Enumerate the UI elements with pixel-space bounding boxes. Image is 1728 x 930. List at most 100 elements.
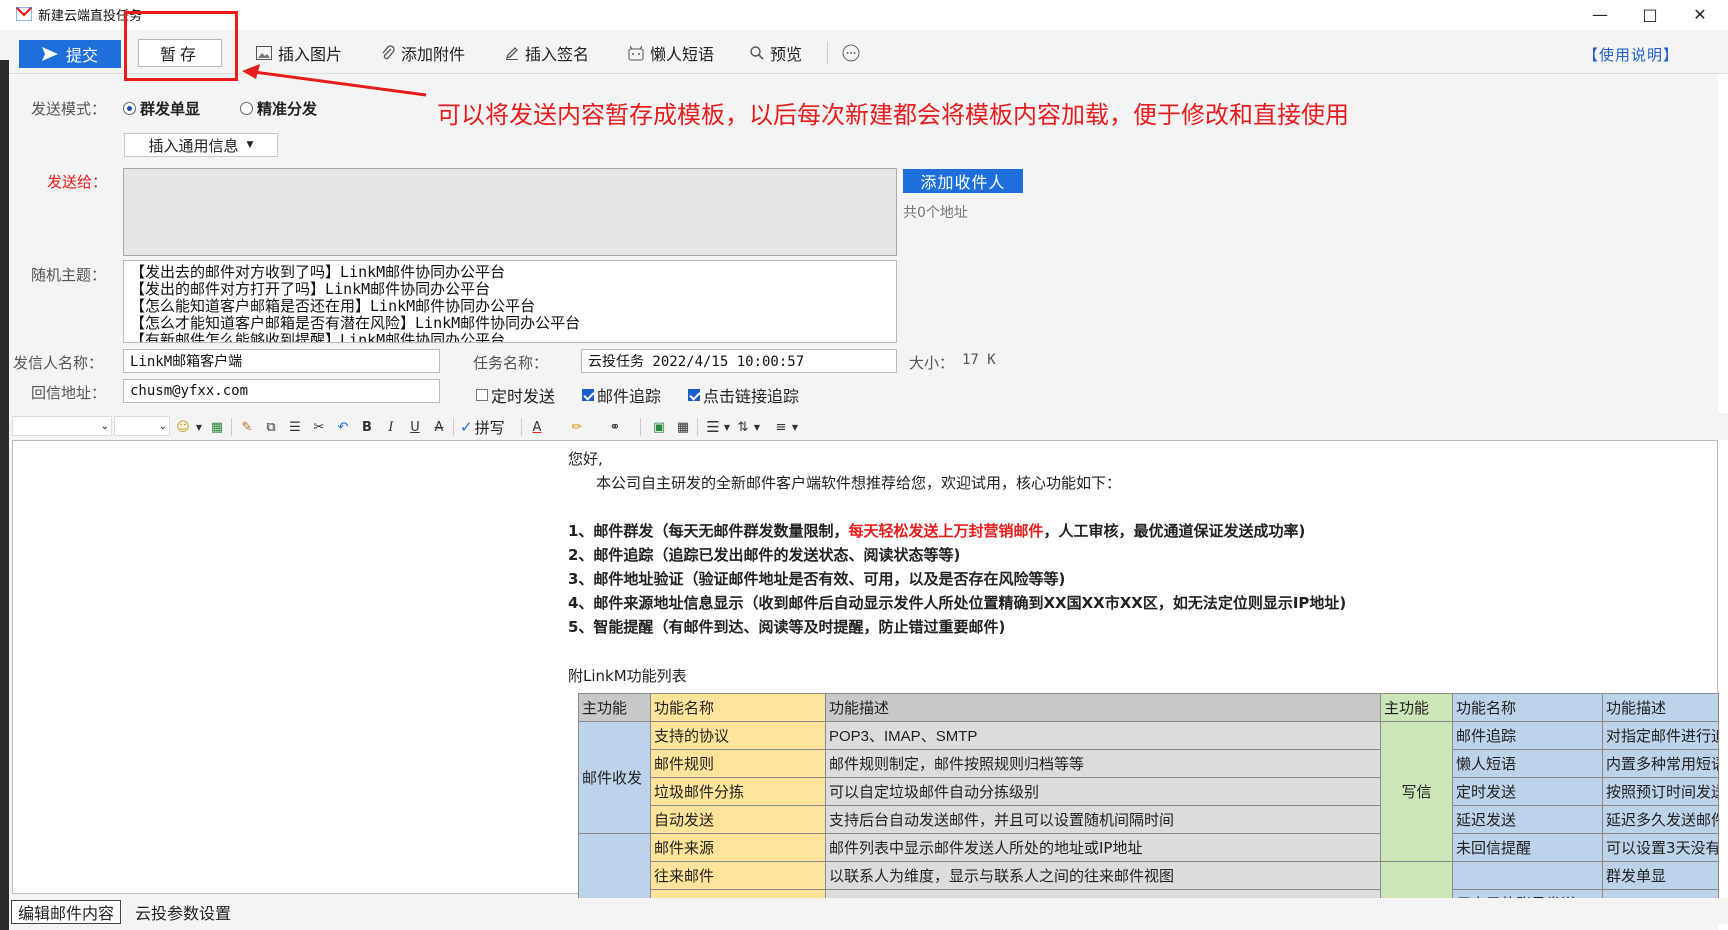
size-label: 大小：	[909, 354, 955, 372]
subject-line: 【有新邮件怎么能够收到提醒】LinkM邮件协同办公平台	[130, 331, 506, 343]
recipient-input[interactable]	[123, 168, 897, 256]
table-row: 邮件收发 支持的协议 POP3、IMAP、SMTP 写信 邮件追踪 对指定邮件进…	[578, 721, 1719, 862]
copy-icon[interactable]: ⧉	[262, 418, 280, 436]
font-color-icon[interactable]: A	[528, 418, 546, 436]
preview-button[interactable]: 预览	[750, 40, 802, 66]
table-row: 往来邮件 以联系人为维度，显示与联系人之间的往来邮件视图 群发单显	[579, 861, 1719, 918]
table-header: 功能名称	[1452, 693, 1603, 722]
insert-table-icon[interactable]: ▦	[208, 418, 226, 436]
highlight-color-icon[interactable]: ✏	[568, 418, 586, 436]
underline-icon[interactable]: U	[406, 418, 424, 436]
subject-line: 【发出的邮件对方打开了吗】LinkM邮件协同办公平台	[130, 280, 491, 298]
table-cell: POP3、IMAP、SMTP	[825, 721, 1381, 750]
format-painter-icon[interactable]: ✎	[238, 418, 256, 436]
reply-address-label: 回信地址：	[31, 384, 107, 402]
link-icon[interactable]: ⚭	[606, 418, 624, 436]
font-size-select[interactable]: ⌄	[114, 416, 170, 436]
insert-image-icon[interactable]: ▣	[650, 418, 668, 436]
table-cell: 支持后台自动发送邮件，并且可以设置随机间隔时间	[825, 805, 1381, 834]
dropdown-caret-icon[interactable]: ▼	[748, 418, 766, 436]
add-recipient-button[interactable]: 添加收件人	[903, 169, 1023, 193]
table-header: 功能描述	[825, 693, 1381, 722]
subject-line: 【发出去的邮件对方收到了吗】LinkM邮件协同办公平台	[130, 263, 506, 281]
table-title: 附LinkM功能列表	[568, 667, 687, 685]
table-cell: 对指定邮件进行追踪	[1602, 721, 1719, 750]
mode-group-send-label: 群发单显	[140, 100, 201, 118]
table-cell: 未回信提醒	[1452, 833, 1603, 862]
maximize-icon[interactable]: □	[1627, 2, 1673, 28]
save-highlight-box	[124, 11, 238, 81]
magnifier-icon	[750, 46, 764, 60]
feature-item-2: 2、邮件追踪（追踪已发出邮件的发送状态、阅读状态等等)	[568, 546, 961, 564]
table-cell: 邮件规则制定，邮件按照规则归档等等	[825, 749, 1381, 778]
insert-signature-label: 插入签名	[525, 45, 590, 64]
feature-1-tail: ，人工审核，最优通道保证发送成功率)	[1043, 522, 1306, 540]
compose-window: 新建云端直投任务 — □ ✕ 提交 暂存 插入图片 添加附件 插入签名 懒人短语…	[0, 0, 1728, 930]
font-family-select[interactable]: ⌄	[12, 416, 112, 436]
table-row: 邮件来源 邮件列表中显示邮件发送人所处的地址或IP地址 未回信提醒 可以设置3天…	[578, 833, 1719, 918]
table-group-cell: 邮件收发	[578, 721, 651, 834]
table-cell: 群发单显	[1602, 861, 1719, 890]
table-cell: 邮件来源	[650, 833, 826, 862]
spellcheck-icon: ✓	[460, 418, 473, 436]
dropdown-caret-icon[interactable]: ▼	[786, 418, 804, 436]
task-name-label: 任务名称：	[473, 354, 549, 372]
feature-item-4: 4、邮件来源地址信息显示（收到邮件后自动显示发件人所处位置精确到XX国XX市XX…	[568, 594, 1347, 612]
scheduled-send-checkbox[interactable]: 定时发送	[476, 383, 555, 407]
task-name-input[interactable]: 云投任务 2022/4/15 10:00:57	[581, 349, 897, 373]
reply-address-input[interactable]: chusm@yfxx.com	[123, 379, 440, 403]
more-options-button[interactable]	[842, 40, 860, 66]
grid-table-icon[interactable]: ▦	[674, 418, 692, 436]
feature-table: 主功能 功能名称 功能描述 主功能 功能名称 功能描述 邮件收发 支持的协议 P…	[578, 693, 1719, 918]
lazy-phrases-button[interactable]: 懒人短语	[628, 40, 714, 66]
mode-group-send-radio[interactable]: 群发单显	[123, 98, 200, 119]
undo-icon[interactable]: ↶	[334, 418, 352, 436]
italic-icon[interactable]: I	[382, 418, 400, 436]
link-tracking-checkbox[interactable]: 点击链接追踪	[688, 383, 799, 407]
phrase-icon	[628, 45, 644, 61]
toolbar-divider	[521, 418, 522, 436]
paste-icon[interactable]: ☰	[286, 418, 304, 436]
insert-signature-button[interactable]: 插入签名	[505, 40, 589, 66]
send-icon	[41, 47, 58, 61]
help-link[interactable]: 【使用说明】	[1583, 44, 1679, 65]
pen-icon	[505, 47, 518, 60]
table-cell: 懒人短语	[1452, 749, 1603, 778]
tab-edit-content[interactable]: 编辑邮件内容	[11, 900, 122, 924]
close-icon[interactable]: ✕	[1677, 2, 1723, 28]
table-cell: 按照预订时间发送	[1602, 777, 1719, 806]
dropdown-caret-icon[interactable]: ▼	[190, 418, 208, 436]
chevron-down-icon: ⌄	[100, 420, 109, 432]
table-cell: 往来邮件	[650, 861, 826, 890]
sender-name-label: 发信人名称：	[13, 354, 104, 372]
radio-selected-icon	[123, 102, 136, 115]
send-to-label: 发送给：	[47, 173, 108, 191]
add-recipient-label: 添加收件人	[920, 175, 1006, 192]
toolbar-divider	[827, 42, 828, 64]
address-count: 共0个地址	[903, 205, 968, 221]
table-header-row: 主功能 功能名称 功能描述 主功能 功能名称 功能描述	[578, 693, 1719, 722]
tab-delivery-settings-label: 云投参数设置	[135, 904, 232, 923]
mode-precise-radio[interactable]: 精准分发	[240, 98, 317, 119]
send-mode-label: 发送模式：	[31, 100, 107, 118]
spell-check-button[interactable]: ✓ 拼写	[460, 416, 505, 438]
toolbar-divider	[697, 418, 698, 436]
cut-icon[interactable]: ✂	[310, 418, 328, 436]
tab-delivery-settings[interactable]: 云投参数设置	[129, 900, 237, 924]
mail-tracking-checkbox[interactable]: 邮件追踪	[582, 383, 661, 407]
toolbar-divider	[453, 418, 454, 436]
minimize-icon[interactable]: —	[1577, 2, 1623, 28]
subject-list-input[interactable]: 【发出去的邮件对方收到了吗】LinkM邮件协同办公平台 【发出的邮件对方打开了吗…	[123, 260, 897, 343]
insert-info-label: 插入通用信息	[148, 136, 239, 155]
bold-icon[interactable]: B	[358, 418, 376, 436]
annotation-arrow-icon	[242, 64, 427, 97]
feature-item-5: 5、智能提醒（有邮件到达、阅读等及时提醒，防止错过重要邮件)	[568, 618, 1006, 636]
table-cell: 可以自定垃圾邮件自动分拣级别	[825, 777, 1381, 806]
intro-text: 本公司自主研发的全新邮件客户端软件想推荐给您，欢迎试用，核心功能如下：	[596, 474, 1122, 492]
sender-name-input[interactable]: LinkM邮箱客户端	[123, 349, 440, 373]
checkbox-unchecked-icon	[476, 389, 488, 401]
insert-common-info-dropdown[interactable]: 插入通用信息 ▼	[124, 133, 278, 157]
table-cell: 可以设置3天没有回信	[1602, 833, 1719, 862]
submit-button[interactable]: 提交	[19, 40, 121, 68]
strikethrough-icon[interactable]: A	[430, 418, 448, 436]
